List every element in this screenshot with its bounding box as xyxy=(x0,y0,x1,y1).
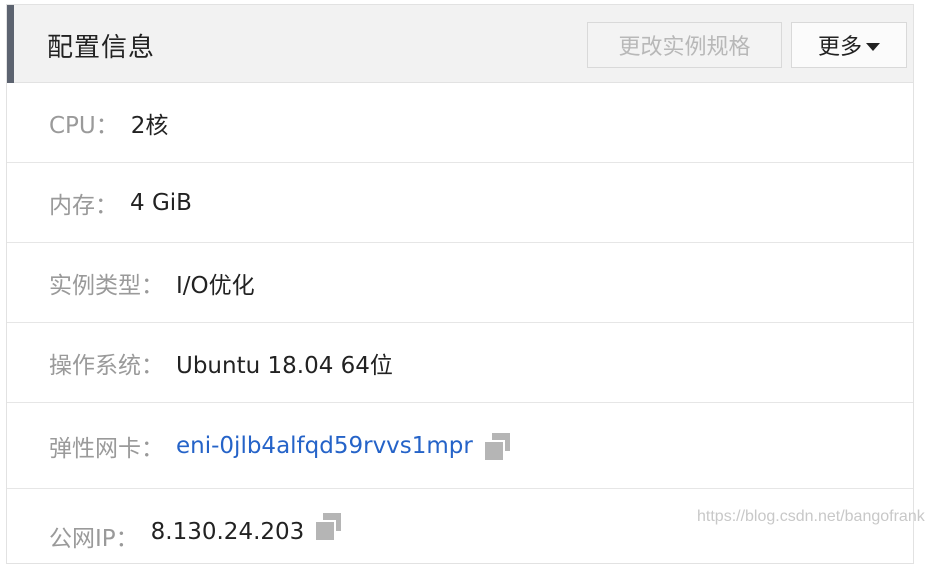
info-row-eni: 弹性网卡： eni-0jlb4alfqd59rvvs1mpr xyxy=(7,403,913,489)
os-value: Ubuntu 18.04 64位 xyxy=(176,352,393,379)
panel-title: 配置信息 xyxy=(47,33,156,63)
info-row-instance-type: 实例类型： I/O优化 xyxy=(7,243,913,323)
cpu-label: CPU： xyxy=(49,112,119,139)
memory-label: 内存： xyxy=(49,192,118,219)
eni-label: 弹性网卡： xyxy=(49,435,164,462)
more-label: 更多 xyxy=(817,35,862,60)
copy-icon[interactable] xyxy=(316,513,342,540)
instance-type-value: I/O优化 xyxy=(176,272,255,299)
copy-icon[interactable] xyxy=(484,432,511,460)
memory-value: 4 GiB xyxy=(130,189,192,216)
instance-type-label: 实例类型： xyxy=(49,272,164,299)
os-label: 操作系统： xyxy=(49,352,164,379)
info-row-os: 操作系统： Ubuntu 18.04 64位 xyxy=(7,323,913,403)
panel-header: 配置信息 更改实例规格 更多 xyxy=(7,5,913,83)
info-row-public-ip: 公网IP： 8.130.24.203 xyxy=(7,489,913,569)
more-dropdown-button[interactable]: 更多 xyxy=(791,22,907,68)
cpu-value: 2核 xyxy=(130,112,169,139)
header-accent-bar xyxy=(7,5,14,83)
change-instance-spec-button[interactable]: 更改实例规格 xyxy=(587,22,782,68)
caret-down-icon xyxy=(866,43,880,51)
watermark-text: https://blog.csdn.net/bangofrank xyxy=(697,508,925,525)
public-ip-value: 8.130.24.203 xyxy=(150,519,305,545)
info-row-cpu: CPU： 2核 xyxy=(7,83,913,163)
eni-link[interactable]: eni-0jlb4alfqd59rvvs1mpr xyxy=(176,433,473,459)
public-ip-label: 公网IP： xyxy=(49,526,139,552)
config-info-panel: 配置信息 更改实例规格 更多 CPU： 2核 内存： 4 GiB 实例类型： I… xyxy=(6,4,914,564)
info-row-memory: 内存： 4 GiB xyxy=(7,163,913,243)
